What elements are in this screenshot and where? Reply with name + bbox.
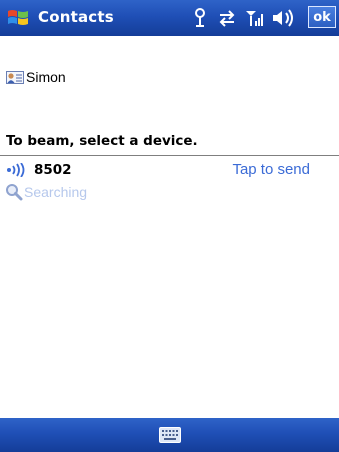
searching-text: Searching	[24, 184, 88, 200]
device-name: 8502	[34, 162, 72, 178]
device-row[interactable]: 8502 Tap to send	[0, 160, 339, 180]
beam-heading: To beam, select a device.	[6, 133, 198, 149]
volume-icon[interactable]	[271, 7, 295, 29]
contact-card-icon	[6, 71, 24, 84]
connectivity-icon[interactable]	[217, 7, 237, 29]
keyboard-icon[interactable]	[159, 427, 181, 443]
signal-icon[interactable]	[245, 7, 265, 29]
window-title: Contacts	[38, 8, 114, 26]
start-logo-icon[interactable]	[6, 7, 30, 29]
title-bar: Contacts ok	[0, 0, 339, 36]
contact-name: Simon	[26, 69, 66, 85]
divider	[0, 155, 339, 156]
infrared-icon	[7, 163, 25, 177]
menu-bar	[0, 418, 339, 452]
tap-to-send-link[interactable]: Tap to send	[232, 161, 310, 178]
antenna-icon[interactable]	[193, 7, 207, 29]
search-icon	[6, 184, 23, 201]
ok-button[interactable]: ok	[308, 6, 336, 28]
